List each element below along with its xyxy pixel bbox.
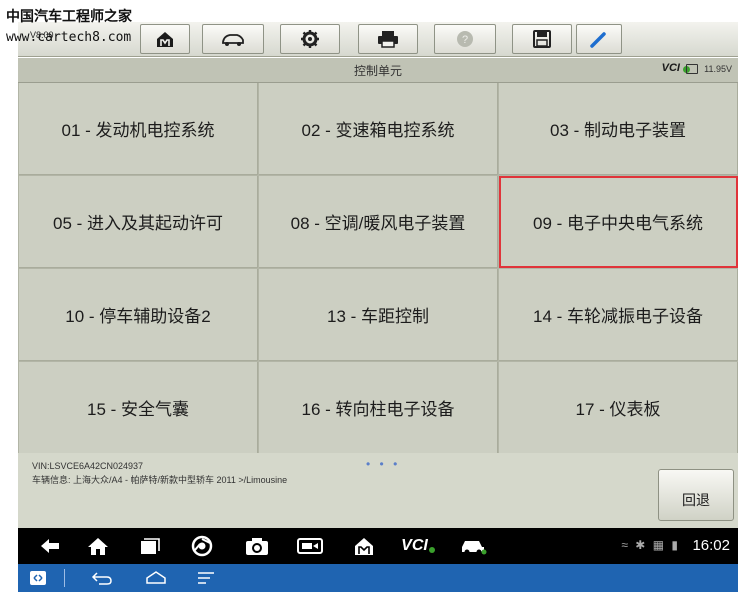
remote-toggle-button[interactable] bbox=[28, 568, 48, 588]
page-title: 控制单元 bbox=[353, 64, 402, 78]
bluetooth-icon: ✱ bbox=[635, 538, 648, 552]
gear-icon bbox=[301, 30, 319, 48]
clock: 16:02 bbox=[692, 537, 730, 554]
remote-home-button[interactable] bbox=[144, 568, 168, 588]
module-button-selected[interactable]: 09 - 电子中央电气系统 bbox=[499, 176, 738, 268]
module-button[interactable]: 13 - 车距控制 bbox=[259, 269, 498, 361]
home-outline-icon bbox=[146, 571, 166, 584]
page-indicator: • • • bbox=[366, 457, 401, 471]
footer: VIN:LSVCE6A42CN024937 车辆信息: 上海大众/A4 - 帕萨… bbox=[18, 453, 738, 528]
version-label: V8.00 bbox=[30, 30, 54, 40]
help-icon: ? bbox=[457, 31, 473, 47]
module-button[interactable]: 14 - 车轮减振电子设备 bbox=[499, 269, 738, 361]
vehicle-info: 车辆信息: 上海大众/A4 - 帕萨特/新款中型轿车 2011 >/Limous… bbox=[32, 475, 288, 485]
wifi-icon: ≈ bbox=[621, 538, 630, 552]
save-button[interactable] bbox=[512, 24, 572, 54]
home-button[interactable] bbox=[140, 24, 190, 54]
battery-voltage: 11.95V bbox=[704, 64, 732, 74]
module-button[interactable]: 05 - 进入及其起动许可 bbox=[19, 176, 258, 268]
save-icon bbox=[533, 30, 551, 48]
browser-button[interactable] bbox=[190, 533, 214, 559]
module-grid: 01 - 发动机电控系统 02 - 变速箱电控系统 03 - 制动电子装置 05… bbox=[18, 83, 738, 454]
module-button[interactable]: 16 - 转向柱电子设备 bbox=[259, 362, 498, 454]
android-nav-bar: VCI ≈ ✱ ▦ ▮ 16:02 bbox=[18, 528, 738, 564]
diagnostic-home-icon bbox=[355, 538, 373, 555]
settings-button[interactable] bbox=[280, 24, 340, 54]
android-back-button[interactable] bbox=[38, 533, 62, 559]
module-button[interactable]: 17 - 仪表板 bbox=[499, 362, 738, 454]
android-home-icon bbox=[88, 538, 108, 555]
remote-back-button[interactable] bbox=[90, 568, 114, 588]
camera-icon bbox=[246, 538, 268, 555]
vin-label: VIN:LSVCE6A42CN024937 bbox=[32, 461, 144, 471]
print-button[interactable] bbox=[358, 24, 418, 54]
return-icon bbox=[91, 572, 112, 585]
recents-icon bbox=[141, 538, 160, 554]
module-button[interactable]: 03 - 制动电子装置 bbox=[499, 83, 738, 175]
vehicle-button[interactable] bbox=[458, 533, 488, 559]
toolbar: ? bbox=[18, 22, 738, 57]
module-button[interactable]: 02 - 变速箱电控系统 bbox=[259, 83, 498, 175]
camera-button[interactable] bbox=[244, 533, 270, 559]
print-icon bbox=[378, 31, 398, 48]
car-icon bbox=[462, 541, 487, 555]
status-icons: ≈ ✱ ▦ ▮ bbox=[621, 538, 680, 552]
module-button[interactable]: 15 - 安全气囊 bbox=[19, 362, 258, 454]
back-arrow-icon bbox=[41, 539, 59, 553]
battery-status-icon: ▮ bbox=[671, 538, 680, 552]
battery-icon bbox=[686, 64, 698, 74]
annotate-button[interactable] bbox=[576, 24, 622, 54]
vci-nav-label: VCI bbox=[401, 537, 428, 554]
video-icon bbox=[297, 538, 323, 554]
svg-text:?: ? bbox=[462, 34, 468, 46]
module-button[interactable]: 01 - 发动机电控系统 bbox=[19, 83, 258, 175]
module-button[interactable]: 10 - 停车辅助设备2 bbox=[19, 269, 258, 361]
back-button[interactable]: 回退 bbox=[658, 469, 734, 521]
home-icon bbox=[157, 32, 173, 47]
divider bbox=[64, 569, 65, 587]
vehicle-swap-icon bbox=[222, 34, 244, 46]
vci-status-icon bbox=[428, 547, 435, 553]
help-button[interactable]: ? bbox=[434, 24, 496, 54]
diagnostic-home-button[interactable] bbox=[352, 533, 376, 559]
menu-icon bbox=[198, 572, 214, 584]
video-button[interactable] bbox=[296, 533, 324, 559]
remote-icon bbox=[30, 571, 46, 585]
android-recents-button[interactable] bbox=[138, 533, 162, 559]
header: 控制单元 VCI 11.95V bbox=[18, 58, 738, 83]
vehicle-swap-button[interactable] bbox=[202, 24, 264, 54]
remote-control-bar bbox=[18, 564, 738, 592]
module-button[interactable]: 08 - 空调/暖风电子装置 bbox=[259, 176, 498, 268]
remote-menu-button[interactable] bbox=[196, 568, 216, 588]
browser-icon bbox=[191, 535, 213, 557]
vci-label: VCI bbox=[661, 62, 680, 74]
signal-icon: ▦ bbox=[652, 538, 667, 552]
android-home-button[interactable] bbox=[86, 533, 110, 559]
vci-button[interactable]: VCI bbox=[400, 533, 436, 559]
pen-icon bbox=[590, 32, 606, 48]
back-button-label: 回退 bbox=[682, 492, 710, 508]
